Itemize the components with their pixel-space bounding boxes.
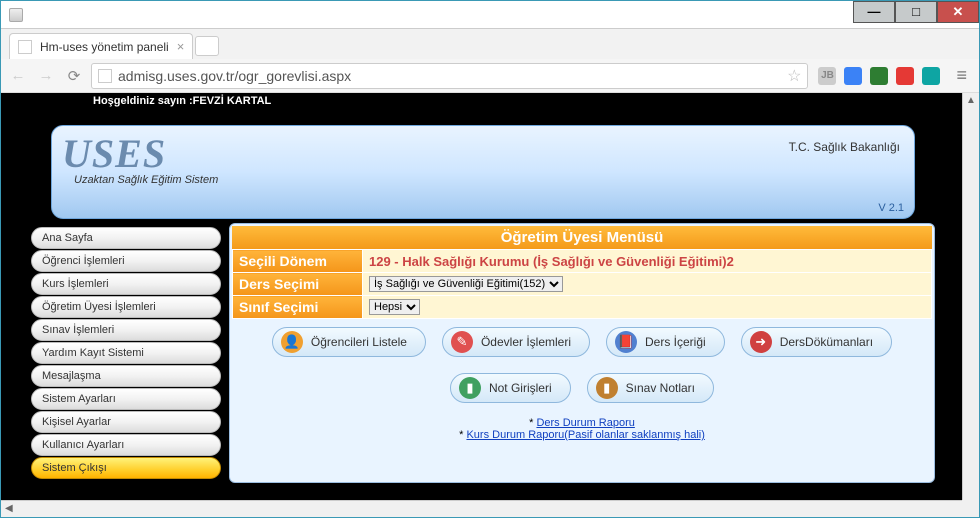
browser-window: — □ ✕ Hm-uses yönetim paneli × ← → ⟳ ☆ J… <box>0 0 980 518</box>
sidebar-item[interactable]: Ana Sayfa <box>31 227 221 249</box>
sidebar-item[interactable]: Öğretim Üyesi İşlemleri <box>31 296 221 318</box>
reports-links: * Ders Durum Raporu * Kurs Durum Raporu(… <box>232 411 932 451</box>
sidebar-item[interactable]: Kişisel Ayarlar <box>31 411 221 433</box>
row-value: İş Sağlığı ve Güvenliği Eğitimi(152) <box>363 273 932 296</box>
action-row-2: ▮ Not Girişleri ▮ Sınav Notları <box>232 365 932 411</box>
new-tab-button[interactable] <box>195 36 219 56</box>
vertical-scrollbar[interactable]: ▲ <box>962 93 979 500</box>
toolbar: ← → ⟳ ☆ JB ≡ <box>1 59 979 93</box>
extension-icon[interactable] <box>870 67 888 85</box>
button-label: Öğrencileri Listele <box>311 335 407 349</box>
sidebar-item[interactable]: Kurs İşlemleri <box>31 273 221 295</box>
browser-menu-icon[interactable]: ≡ <box>950 65 973 86</box>
tab-favicon <box>18 40 32 54</box>
app-icon <box>9 8 23 22</box>
content-shell: Hoşgeldiniz sayın :FEVZİ KARTAL USES Uza… <box>19 93 947 497</box>
exam-icon: ▮ <box>596 377 618 399</box>
extension-icon[interactable] <box>922 67 940 85</box>
welcome-text: Hoşgeldiniz sayın :FEVZİ KARTAL <box>19 93 947 107</box>
tab-title: Hm-uses yönetim paneli <box>40 40 169 54</box>
book-icon: 📕 <box>615 331 637 353</box>
version-label: V 2.1 <box>878 202 904 214</box>
report-link-2[interactable]: Kurs Durum Raporu(Pasif olanlar saklanmı… <box>466 429 704 441</box>
scrollbar-corner <box>962 500 979 517</box>
sidebar-item[interactable]: Sistem Ayarları <box>31 388 221 410</box>
tab-close-icon[interactable]: × <box>177 39 185 54</box>
sidebar-item[interactable]: Kullanıcı Ayarları <box>31 434 221 456</box>
horizontal-scrollbar[interactable]: ◀ <box>1 500 962 517</box>
row-value: Hepsi <box>363 296 932 319</box>
row-label: Sınıf Seçimi <box>233 296 363 319</box>
main-panel: Öğretim Üyesi Menüsü Seçili Dönem 129 - … <box>229 223 935 483</box>
button-label: DersDökümanları <box>780 335 873 349</box>
homework-icon: ✎ <box>451 331 473 353</box>
course-content-button[interactable]: 📕 Ders İçeriği <box>606 327 725 357</box>
sidebar-item[interactable]: Sistem Çıkışı <box>31 457 221 479</box>
scroll-up-icon[interactable]: ▲ <box>963 93 979 108</box>
button-label: Not Girişleri <box>489 381 552 395</box>
course-select[interactable]: İş Sağlığı ve Güvenliği Eğitimi(152) <box>369 276 563 292</box>
logo-subtitle: Uzaktan Sağlık Eğitim Sistem <box>74 174 218 186</box>
forward-button[interactable]: → <box>35 65 57 87</box>
tab-strip: Hm-uses yönetim paneli × <box>1 29 979 59</box>
sidebar-item[interactable]: Mesajlaşma <box>31 365 221 387</box>
selected-term: 129 - Halk Sağlığı Kurumu (İş Sağlığı ve… <box>369 254 734 269</box>
address-bar[interactable]: ☆ <box>91 63 808 89</box>
extensions: JB <box>814 67 944 85</box>
button-label: Sınav Notları <box>626 381 695 395</box>
row-value: 129 - Halk Sağlığı Kurumu (İş Sağlığı ve… <box>363 250 932 273</box>
os-titlebar: — □ ✕ <box>1 1 979 29</box>
extension-icon[interactable]: JB <box>818 67 836 85</box>
maximize-button[interactable]: □ <box>895 1 937 23</box>
logo-text: USES <box>62 130 166 177</box>
grades-icon: ▮ <box>459 377 481 399</box>
back-button[interactable]: ← <box>7 65 29 87</box>
sidebar-item[interactable]: Sınav İşlemleri <box>31 319 221 341</box>
grade-entry-button[interactable]: ▮ Not Girişleri <box>450 373 571 403</box>
ministry-label: T.C. Sağlık Bakanlığı <box>789 140 900 154</box>
button-label: Ödevler İşlemleri <box>481 335 571 349</box>
row-label: Seçili Dönem <box>233 250 363 273</box>
sidebar-item[interactable]: Öğrenci İşlemleri <box>31 250 221 272</box>
window-controls: — □ ✕ <box>853 1 979 23</box>
panel-title: Öğretim Üyesi Menüsü <box>232 226 932 249</box>
class-select[interactable]: Hepsi <box>369 299 420 315</box>
sidebar-item[interactable]: Yardım Kayıt Sistemi <box>31 342 221 364</box>
docs-icon: ➜ <box>750 331 772 353</box>
extension-icon[interactable] <box>896 67 914 85</box>
browser-tab[interactable]: Hm-uses yönetim paneli × <box>9 33 193 59</box>
bookmark-icon[interactable]: ☆ <box>787 66 801 86</box>
extension-icon[interactable] <box>844 67 862 85</box>
exam-grades-button[interactable]: ▮ Sınav Notları <box>587 373 714 403</box>
minimize-button[interactable]: — <box>853 1 895 23</box>
work-area: Ana SayfaÖğrenci İşlemleriKurs İşlemleri… <box>31 223 935 483</box>
action-row-1: 👤Öğrencileri Listele ✎Ödevler İşlemleri … <box>232 319 932 365</box>
course-docs-button[interactable]: ➜ DersDökümanları <box>741 327 892 357</box>
list-students-button[interactable]: 👤 Öğrencileri Listele <box>272 327 426 357</box>
report-link-1[interactable]: Ders Durum Raporu <box>536 417 634 429</box>
page-icon <box>98 69 112 83</box>
sidebar: Ana SayfaÖğrenci İşlemleriKurs İşlemleri… <box>31 223 221 483</box>
page-viewport: Hoşgeldiniz sayın :FEVZİ KARTAL USES Uza… <box>1 93 979 517</box>
row-label: Ders Seçimi <box>233 273 363 296</box>
url-input[interactable] <box>118 68 781 84</box>
students-icon: 👤 <box>281 331 303 353</box>
selection-table: Seçili Dönem 129 - Halk Sağlığı Kurumu (… <box>232 249 932 319</box>
button-label: Ders İçeriği <box>645 335 706 349</box>
reload-button[interactable]: ⟳ <box>63 65 85 87</box>
scroll-left-icon[interactable]: ◀ <box>1 501 17 516</box>
homework-button[interactable]: ✎ Ödevler İşlemleri <box>442 327 590 357</box>
header-banner: USES Uzaktan Sağlık Eğitim Sistem T.C. S… <box>51 125 915 219</box>
close-button[interactable]: ✕ <box>937 1 979 23</box>
